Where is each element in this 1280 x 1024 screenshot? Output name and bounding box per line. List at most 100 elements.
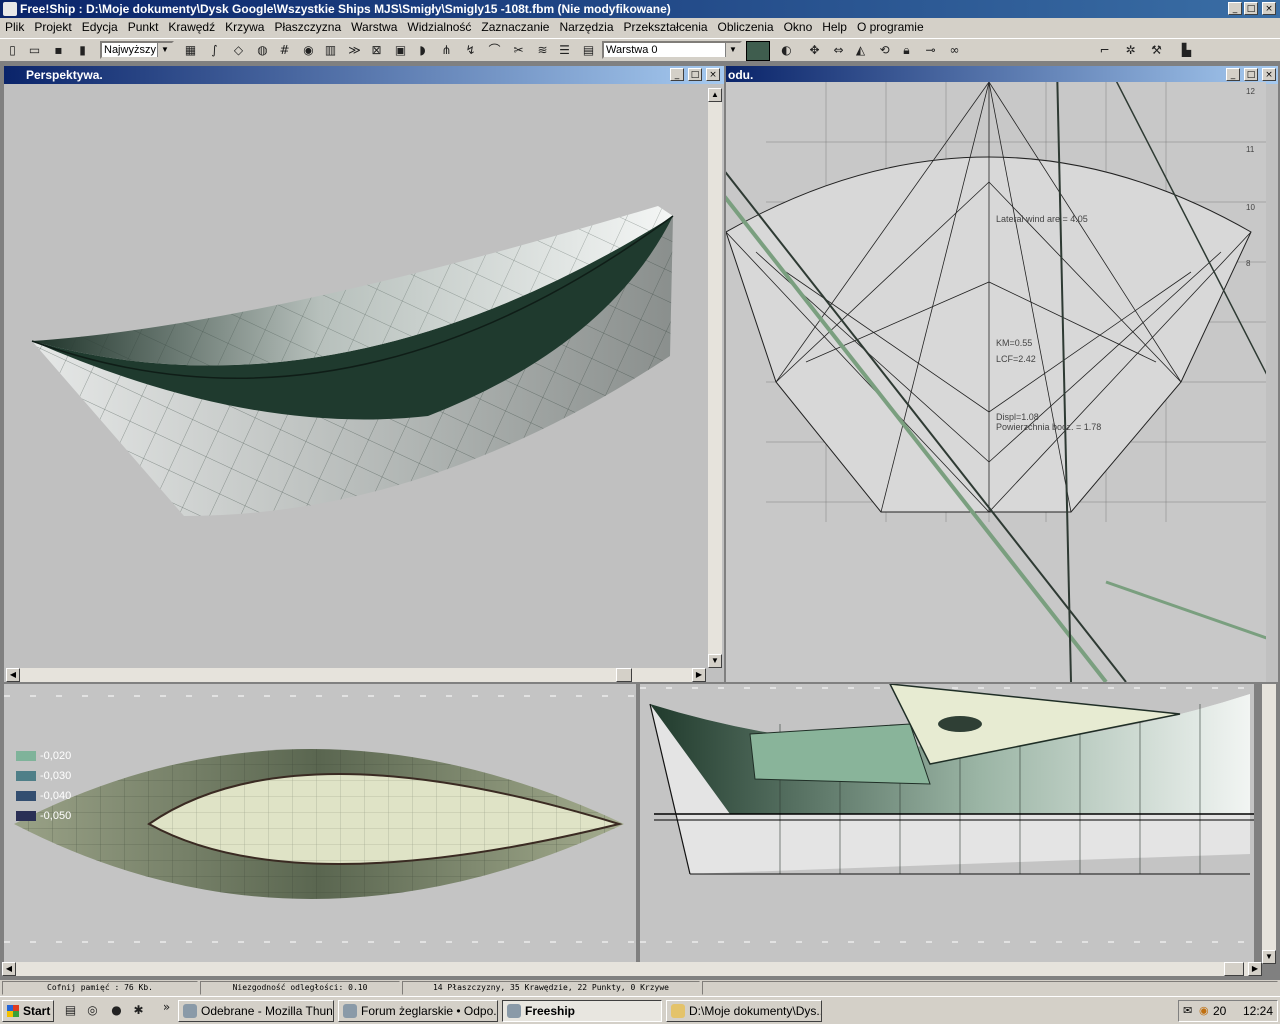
mail-tray-icon[interactable]: ✉ — [1183, 1004, 1192, 1017]
menu-krzywa[interactable]: Krzywa — [220, 18, 269, 36]
minimize-button[interactable]: _ — [1228, 2, 1242, 15]
open-folder-icon[interactable]: ▭ — [26, 42, 43, 59]
windows-logo-icon — [7, 1005, 19, 1017]
layer-value: Warstwa 0 — [606, 44, 658, 56]
menu-help[interactable]: Help — [817, 18, 852, 36]
body-plan-minimize-button[interactable]: _ — [1226, 68, 1240, 81]
quicklaunch-browser-icon[interactable]: ◎ — [84, 1002, 101, 1019]
save-icon[interactable]: ▪ — [50, 42, 67, 59]
perspective-close-button[interactable]: × — [706, 68, 720, 81]
mesh-icon[interactable]: # — [276, 42, 293, 59]
maximize-button[interactable]: □ — [1244, 2, 1258, 15]
scroll-thumb[interactable] — [616, 668, 632, 682]
delete-icon[interactable]: ▙ — [1178, 42, 1195, 59]
tools-icon[interactable]: ⚒ — [1148, 42, 1165, 59]
perspective-viewport[interactable]: Perspektywa. _ □ × ▲ ▼ ◀ ▶ — [4, 66, 724, 682]
control-curve-icon[interactable]: ⌒ — [486, 42, 503, 59]
flowlines-icon[interactable]: ⋔ — [438, 42, 455, 59]
start-button[interactable]: Start — [2, 1000, 54, 1022]
curvature-icon[interactable]: ↯ — [462, 42, 479, 59]
task-thunderbird[interactable]: Odebrane - Mozilla Thun... — [178, 1000, 334, 1022]
menu-obliczenia[interactable]: Obliczenia — [713, 18, 779, 36]
task-explorer[interactable]: D:\Moje dokumenty\Dys... — [666, 1000, 822, 1022]
clock[interactable]: 12:24 — [1243, 1004, 1273, 1018]
perspective-maximize-button[interactable]: □ — [688, 68, 702, 81]
move-icon[interactable]: ✥ — [806, 42, 823, 59]
menu-krawedz[interactable]: Krawędź — [163, 18, 220, 36]
body-plan-viewport[interactable]: odu. _ □ × Lateral wind are = 4.05 KM=0. — [726, 66, 1278, 682]
buttocks-icon[interactable]: ≫ — [346, 42, 363, 59]
diagonals-icon[interactable]: ⊠ — [368, 42, 385, 59]
quicklaunch-app-icon[interactable]: ✱ — [130, 1002, 147, 1019]
new-file-icon[interactable]: ▯ — [4, 42, 21, 59]
menu-projekt[interactable]: Projekt — [29, 18, 76, 36]
scroll-left-arrow[interactable]: ◀ — [2, 962, 16, 976]
knuckle-icon[interactable]: ◇ — [230, 42, 247, 59]
chevron-down-icon[interactable]: ▼ — [157, 43, 172, 57]
sphere-icon[interactable]: ◉ — [300, 42, 317, 59]
menu-o-programie[interactable]: O programie — [852, 18, 929, 36]
menu-warstwa[interactable]: Warstwa — [346, 18, 402, 36]
scroll-up-arrow[interactable]: ▲ — [708, 88, 722, 102]
layer-color-icon[interactable]: ◐ — [778, 42, 795, 59]
menu-edycja[interactable]: Edycja — [77, 18, 123, 36]
menu-punkt[interactable]: Punkt — [123, 18, 164, 36]
model-counts-status: 14 Płaszczyzny, 35 Krawędzie, 22 Punkty,… — [402, 981, 700, 995]
scroll-down-arrow[interactable]: ▼ — [708, 654, 722, 668]
hydrostatics-icon[interactable]: ≋ — [534, 42, 551, 59]
scroll-left-arrow[interactable]: ◀ — [6, 668, 20, 682]
rotate-icon[interactable]: ⟲ — [876, 42, 893, 59]
quicklaunch-more-button[interactable]: » — [158, 999, 175, 1016]
menu-przeksztalcenia[interactable]: Przekształcenia — [619, 18, 713, 36]
curve-icon[interactable]: ∫ — [206, 42, 223, 59]
perspective-vertical-scrollbar[interactable]: ▲ ▼ — [708, 88, 722, 668]
task-forum[interactable]: Forum żeglarskie • Odpo... — [338, 1000, 498, 1022]
layer-select[interactable]: Warstwa 0 ▼ — [602, 41, 742, 59]
quicklaunch-desktop-icon[interactable]: ▤ — [62, 1002, 79, 1019]
scroll-down-arrow[interactable]: ▼ — [1262, 950, 1276, 964]
shade-icon[interactable]: ◗ — [414, 42, 431, 59]
lock-icon[interactable]: 🔒︎ — [898, 42, 915, 59]
table-icon[interactable]: ☰ — [556, 42, 573, 59]
folder-icon — [671, 1004, 685, 1018]
workspace-horizontal-scrollbar[interactable]: ◀ ▶ — [2, 962, 1262, 976]
body-plan-maximize-button[interactable]: □ — [1244, 68, 1258, 81]
chevron-down-icon[interactable]: ▼ — [725, 43, 740, 57]
layers-icon[interactable]: ▤ — [580, 42, 597, 59]
bend-icon[interactable]: ⌐ — [1096, 42, 1113, 59]
plan-viewport[interactable]: -0,020 -0,030 -0,040 -0,050 — [4, 684, 636, 964]
grid-icon[interactable]: ▦ — [182, 42, 199, 59]
menu-plaszczyzna[interactable]: Płaszczyzna — [269, 18, 346, 36]
menu-plik[interactable]: Plik — [0, 18, 29, 36]
layer-color-swatch[interactable] — [746, 41, 770, 61]
split-icon[interactable]: ✂ — [510, 42, 527, 59]
export-icon[interactable]: ▮ — [74, 42, 91, 59]
link-icon[interactable]: ∞ — [946, 42, 963, 59]
stations-icon[interactable]: ▥ — [322, 42, 339, 59]
perspective-minimize-button[interactable]: _ — [670, 68, 684, 81]
close-button[interactable]: × — [1262, 2, 1276, 15]
menu-narzedzia[interactable]: Narzędzia — [554, 18, 618, 36]
profile-viewport[interactable] — [640, 684, 1254, 964]
menu-zaznaczanie[interactable]: Zaznaczanie — [476, 18, 554, 36]
waterlines-icon[interactable]: ▣ — [392, 42, 409, 59]
task-freeship[interactable]: Freeship — [502, 1000, 662, 1022]
scroll-thumb[interactable] — [1224, 962, 1244, 976]
profile-vertical-scrollbar[interactable]: ▼ — [1262, 684, 1276, 964]
legend-swatch — [16, 791, 36, 802]
weather-tray-icon[interactable]: ◉ — [1199, 1004, 1209, 1017]
scroll-right-arrow[interactable]: ▶ — [692, 668, 706, 682]
mirror-icon[interactable]: ◭ — [852, 42, 869, 59]
scroll-right-arrow[interactable]: ▶ — [1248, 962, 1262, 976]
gear-icon[interactable]: ✲ — [1122, 42, 1139, 59]
menu-widzialnosc[interactable]: Widzialność — [402, 18, 476, 36]
window-titlebar: Free!Ship : D:\Moje dokumenty\Dysk Googl… — [0, 0, 1280, 18]
scale-icon[interactable]: ⇔ — [830, 42, 847, 59]
quicklaunch-media-icon[interactable]: ● — [108, 1002, 125, 1019]
unlock-icon[interactable]: ⊸ — [922, 42, 939, 59]
globe-icon[interactable]: ◍ — [254, 42, 271, 59]
menu-okno[interactable]: Okno — [779, 18, 818, 36]
perspective-horizontal-scrollbar[interactable]: ◀ ▶ — [6, 668, 706, 682]
precision-select[interactable]: Najwyższy ▼ — [100, 41, 174, 59]
body-plan-close-button[interactable]: × — [1262, 68, 1276, 81]
